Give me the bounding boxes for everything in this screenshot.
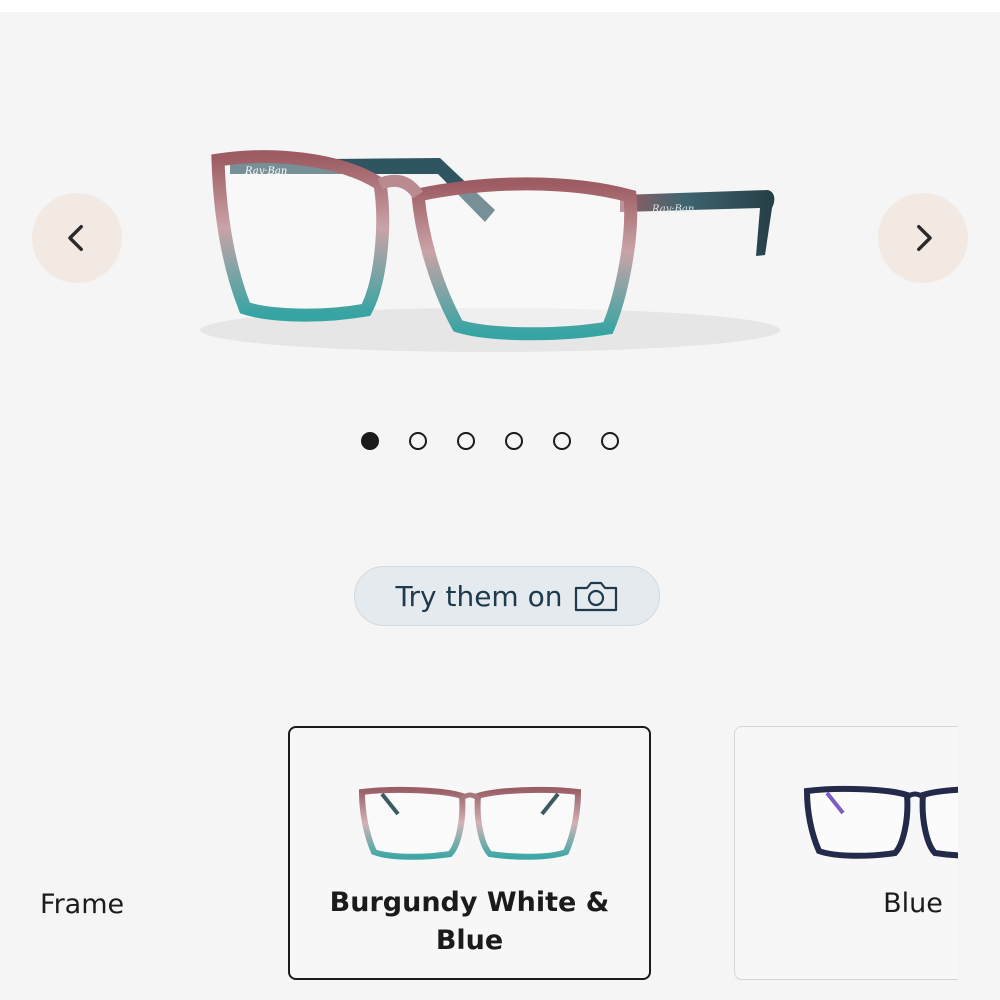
carousel-dot-1[interactable]	[361, 432, 379, 450]
frame-option-name: Burgundy White & Blue	[329, 887, 610, 956]
previous-image-button[interactable]	[32, 193, 122, 283]
top-bar	[0, 0, 1000, 12]
product-image-glasses: Ray·Ban Ray·Ban	[200, 150, 780, 352]
frame-thumbnail	[803, 785, 958, 859]
carousel-dot-3[interactable]	[457, 432, 475, 450]
try-them-on-label: Try them on	[395, 579, 563, 613]
next-image-button[interactable]	[878, 193, 968, 283]
carousel-dot-4[interactable]	[505, 432, 523, 450]
frame-option-blue[interactable]: Blue	[734, 726, 958, 980]
carousel-dot-2[interactable]	[409, 432, 427, 450]
svg-text:Ray·Ban: Ray·Ban	[651, 204, 694, 215]
carousel-dot-6[interactable]	[601, 432, 619, 450]
frame-label: Frame	[40, 889, 125, 920]
camera-icon	[575, 581, 618, 612]
chevron-left-icon	[68, 224, 83, 252]
carousel-pagination	[361, 432, 619, 450]
try-them-on-button[interactable]: Try them on	[354, 566, 660, 626]
svg-text:Ray·Ban: Ray·Ban	[244, 166, 287, 177]
frame-option-name: Blue	[883, 888, 943, 919]
chevron-right-icon	[917, 224, 932, 252]
frame-thumbnail	[358, 786, 582, 860]
frame-color-options: Burgundy White & Blue Blue	[288, 726, 958, 1000]
carousel-dot-5[interactable]	[553, 432, 571, 450]
frame-option-burgundy-white-blue[interactable]: Burgundy White & Blue	[288, 726, 651, 980]
